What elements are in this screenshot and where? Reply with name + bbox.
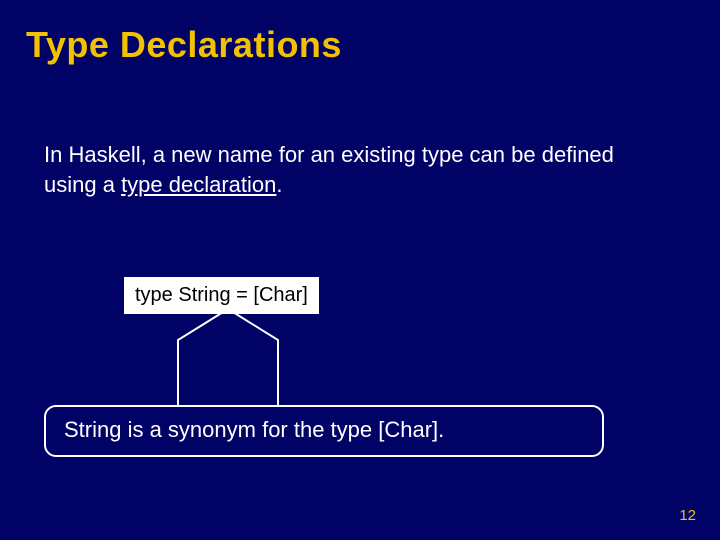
callout-connector	[0, 0, 720, 540]
slide-title: Type Declarations	[26, 24, 342, 66]
body-text-underlined: type declaration	[121, 172, 276, 197]
slide: Type Declarations In Haskell, a new name…	[0, 0, 720, 540]
callout-box: String is a synonym for the type [Char].	[44, 405, 604, 457]
body-text: In Haskell, a new name for an existing t…	[44, 140, 644, 199]
body-text-suffix: .	[276, 172, 282, 197]
page-number: 12	[679, 507, 696, 524]
code-box: type String = [Char]	[124, 277, 319, 314]
